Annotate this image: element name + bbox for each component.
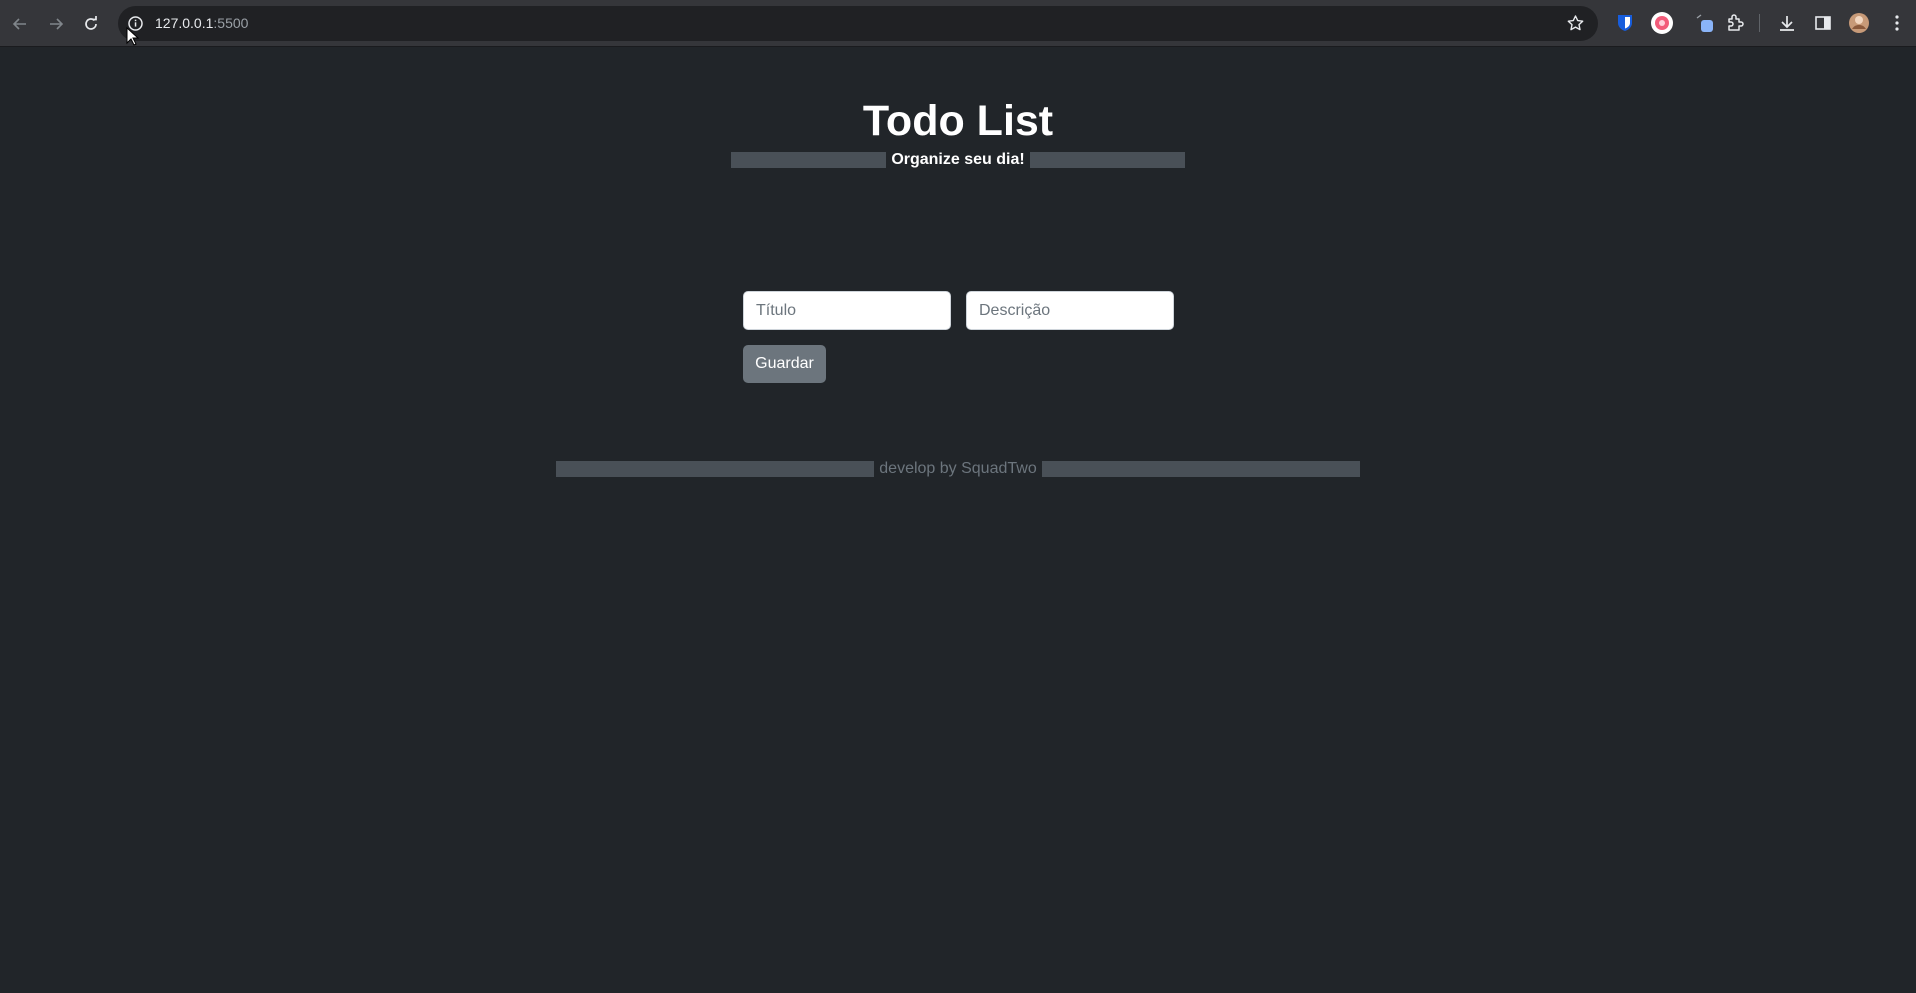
bitwarden-icon[interactable] (1613, 11, 1637, 35)
footer-credit: develop by SquadTwo (879, 460, 1037, 477)
bookmark-star-icon[interactable] (1565, 13, 1586, 34)
toolbar-divider (1759, 14, 1760, 32)
footer-bar-left (556, 461, 875, 477)
mouse-cursor-icon (126, 27, 140, 46)
reload-icon (85, 16, 97, 30)
subtitle-bar-right (1029, 152, 1185, 168)
extension-blue-icon[interactable] (1693, 11, 1717, 35)
subtitle-bar-left (731, 152, 887, 168)
back-button[interactable] (7, 11, 33, 37)
profile-avatar[interactable] (1847, 11, 1871, 35)
save-button[interactable]: Guardar (743, 345, 826, 383)
side-panel-icon[interactable] (1811, 11, 1835, 35)
extension-pink-icon[interactable] (1650, 11, 1674, 35)
url-port: :5500 (213, 15, 249, 31)
browser-toolbar: 127.0.0.1:5500 (0, 0, 1916, 47)
footer-bar-right (1041, 461, 1360, 477)
reload-button[interactable] (78, 11, 104, 37)
download-icon[interactable] (1775, 11, 1799, 35)
url-host: 127.0.0.1 (155, 15, 214, 31)
forward-button[interactable] (43, 11, 69, 37)
page-content: Todo List Organize seu dia! Guardar deve… (0, 48, 1916, 993)
puzzle-icon[interactable] (1723, 11, 1747, 35)
arrow-left-icon (12, 18, 26, 30)
url-text: 127.0.0.1:5500 (155, 6, 248, 41)
page-subtitle: Organize seu dia! (891, 151, 1025, 168)
footer-row: develop by SquadTwo (556, 460, 1360, 478)
description-input[interactable] (966, 291, 1174, 330)
address-bar[interactable]: 127.0.0.1:5500 (118, 6, 1598, 41)
title-input[interactable] (743, 291, 951, 330)
arrow-right-icon (50, 18, 64, 30)
kebab-menu-icon[interactable] (1885, 11, 1909, 35)
subtitle-row: Organize seu dia! (731, 151, 1185, 169)
page-title: Todo List (862, 97, 1054, 145)
